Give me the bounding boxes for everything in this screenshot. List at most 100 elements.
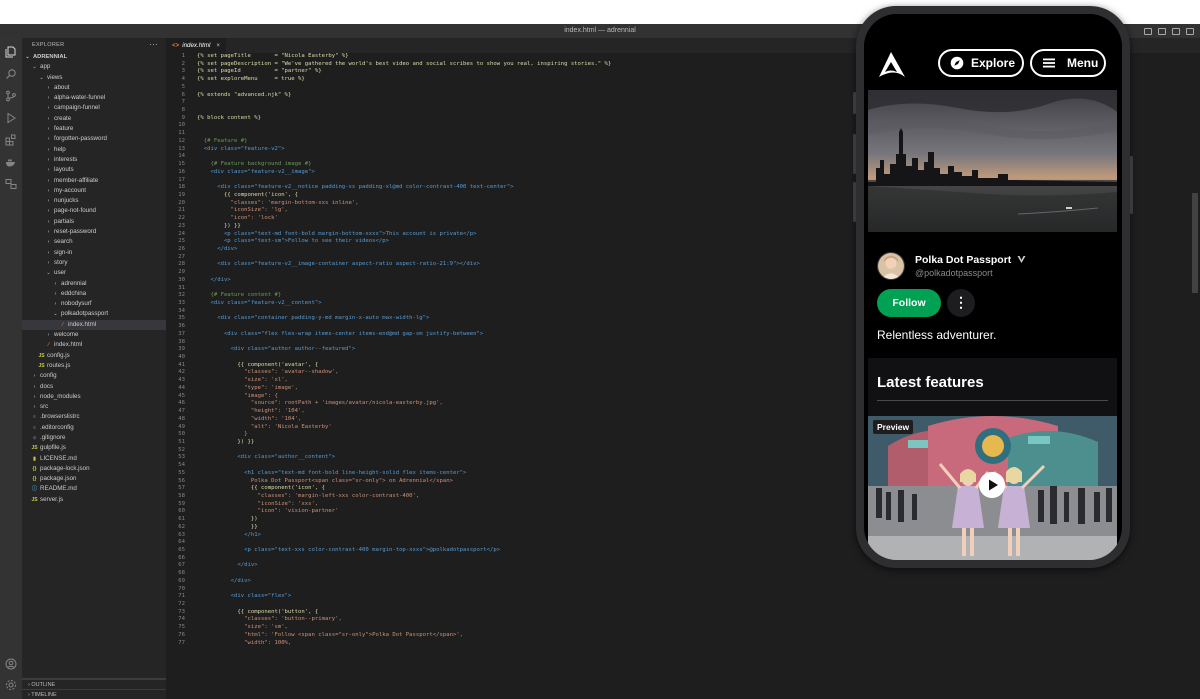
adrennial-logo[interactable] <box>876 50 906 80</box>
tree-item[interactable]: ⌄ app <box>22 62 166 72</box>
code-text: <div class="feature-v2__content"> <box>197 300 322 306</box>
toggle-secondary-sidebar-icon[interactable] <box>1172 27 1180 35</box>
line-number: 46 <box>178 400 185 407</box>
chevron-right-icon: › <box>47 218 50 225</box>
tree-item[interactable]: JS config.js <box>22 351 166 361</box>
code-line[interactable]: 69 </div> <box>166 578 1200 586</box>
tree-item[interactable]: ◆ .gitignore <box>22 433 166 443</box>
tree-item[interactable]: ⓘ README.md <box>22 484 166 494</box>
tree-item[interactable]: ≡ .browserslistrc <box>22 412 166 422</box>
tree-item[interactable]: › partials <box>22 217 166 227</box>
tree-item[interactable]: › alpha-water-funnel <box>22 93 166 103</box>
tree-item[interactable]: ⌄ polkadotpassport <box>22 309 166 319</box>
toggle-panel-icon[interactable] <box>1158 27 1166 35</box>
tree-item-label: sign-in <box>54 248 73 256</box>
code-line[interactable]: 70 <box>166 586 1200 594</box>
tree-item[interactable]: › story <box>22 258 166 268</box>
menu-button[interactable]: Menu <box>1030 49 1106 77</box>
more-actions-icon[interactable]: ··· <box>149 38 158 52</box>
code-line[interactable]: 76 "html": 'Follow <span class="sr-only"… <box>166 632 1200 640</box>
tree-item[interactable]: › my-account <box>22 186 166 196</box>
run-debug-icon[interactable] <box>5 112 17 124</box>
tree-item[interactable]: ⌄ user <box>22 268 166 278</box>
docker-icon[interactable] <box>5 156 17 168</box>
customize-layout-icon[interactable] <box>1186 27 1194 35</box>
tree-item-label: index.html <box>68 320 97 328</box>
code-line[interactable]: 73 {{ component('button', { <box>166 609 1200 617</box>
tree-item[interactable]: › campaign-funnel <box>22 103 166 113</box>
outline-section[interactable]: › OUTLINE <box>22 679 166 689</box>
code-text: <div class="author__content"> <box>197 454 336 461</box>
tree-item[interactable]: ▮ LICENSE.md <box>22 454 166 464</box>
vision-partner-badge-icon <box>1017 256 1026 263</box>
tree-item[interactable]: › src <box>22 402 166 412</box>
tree-item[interactable]: JS routes.js <box>22 361 166 371</box>
tree-item[interactable]: › docs <box>22 382 166 392</box>
code-line[interactable]: 75 "size": 'sm', <box>166 624 1200 632</box>
tree-item[interactable]: › search <box>22 237 166 247</box>
tree-item[interactable]: › nobodysurf <box>22 299 166 309</box>
tree-item[interactable]: › node_modules <box>22 392 166 402</box>
tree-item[interactable]: › welcome <box>22 330 166 340</box>
settings-gear-icon[interactable] <box>5 679 17 691</box>
explorer-sidebar: EXPLORER ··· ⌄ ADRENNIAL ⌄ app ⌄ views › about ›… <box>22 38 166 699</box>
tree-item[interactable]: › config <box>22 371 166 381</box>
json-file-icon: {} <box>32 476 37 483</box>
tree-item[interactable]: › interests <box>22 155 166 165</box>
tree-item[interactable]: {} package.json <box>22 474 166 484</box>
tree-item[interactable]: › member-affiliate <box>22 176 166 186</box>
tree-item[interactable]: › forgotten-password <box>22 134 166 144</box>
line-number: 33 <box>178 300 185 306</box>
play-icon[interactable] <box>979 472 1005 498</box>
tree-item[interactable]: › sign-in <box>22 248 166 258</box>
code-line[interactable]: 74 "classes": 'button--primary', <box>166 616 1200 624</box>
tree-item[interactable]: ⁄ index.html <box>22 319 166 331</box>
search-icon[interactable] <box>5 68 17 80</box>
explore-button[interactable]: Explore <box>938 49 1024 77</box>
explorer-icon[interactable] <box>5 46 17 58</box>
avatar[interactable] <box>877 252 905 280</box>
tab-index-html[interactable]: <> index.html × <box>166 38 226 53</box>
tree-item[interactable]: {} package-lock.json <box>22 464 166 474</box>
tree-item[interactable]: JS server.js <box>22 495 166 505</box>
tree-item[interactable]: › adrennial <box>22 279 166 289</box>
tree-item[interactable]: › about <box>22 83 166 93</box>
preview-badge: Preview <box>873 420 914 434</box>
line-number: 34 <box>178 307 185 314</box>
minimap[interactable] <box>1176 53 1200 699</box>
code-text: {# Feature #} <box>197 137 248 144</box>
remote-explorer-icon[interactable] <box>5 178 17 190</box>
explorer-header: EXPLORER ··· <box>22 38 166 52</box>
code-line[interactable]: 68 <box>166 570 1200 578</box>
close-tab-icon[interactable]: × <box>216 38 220 53</box>
tree-item[interactable]: › reset-password <box>22 227 166 237</box>
tree-item[interactable]: › layouts <box>22 165 166 175</box>
source-control-icon[interactable] <box>5 90 17 102</box>
code-text: "iconSize": 'xxs', <box>197 500 319 507</box>
tree-item[interactable]: › help <box>22 145 166 155</box>
more-options-button[interactable]: ⋮ <box>947 289 975 317</box>
feature-video-card[interactable]: Preview <box>868 416 1117 560</box>
code-text: <div class="feature-v2__image"> <box>197 168 315 175</box>
tree-item[interactable]: JS gulpfile.js <box>22 443 166 453</box>
tree-item[interactable]: ⌄ views <box>22 73 166 83</box>
timeline-section[interactable]: › TIMELINE <box>22 689 166 699</box>
follow-button[interactable]: Follow <box>877 289 941 317</box>
account-icon[interactable] <box>5 658 17 670</box>
code-line[interactable]: 77 "width": 100%, <box>166 640 1200 648</box>
tree-item[interactable]: ⌄ ADRENNIAL <box>22 52 166 62</box>
code-line[interactable]: 71 <div class="flex"> <box>166 593 1200 601</box>
chevron-right-icon: › <box>54 290 57 297</box>
toggle-sidebar-icon[interactable] <box>1144 27 1152 35</box>
editor-scrollbar[interactable] <box>1192 193 1198 293</box>
tree-item[interactable]: ≡ .editorconfig <box>22 423 166 433</box>
tree-item[interactable]: › nunjucks <box>22 196 166 206</box>
line-number: 56 <box>178 477 185 484</box>
tree-item[interactable]: › eddchina <box>22 289 166 299</box>
tree-item[interactable]: ⁄ index.html <box>22 340 166 350</box>
tree-item[interactable]: › page-not-found <box>22 206 166 216</box>
extensions-icon[interactable] <box>5 134 17 146</box>
tree-item[interactable]: › create <box>22 114 166 124</box>
tree-item[interactable]: › feature <box>22 124 166 134</box>
code-line[interactable]: 72 <box>166 601 1200 609</box>
